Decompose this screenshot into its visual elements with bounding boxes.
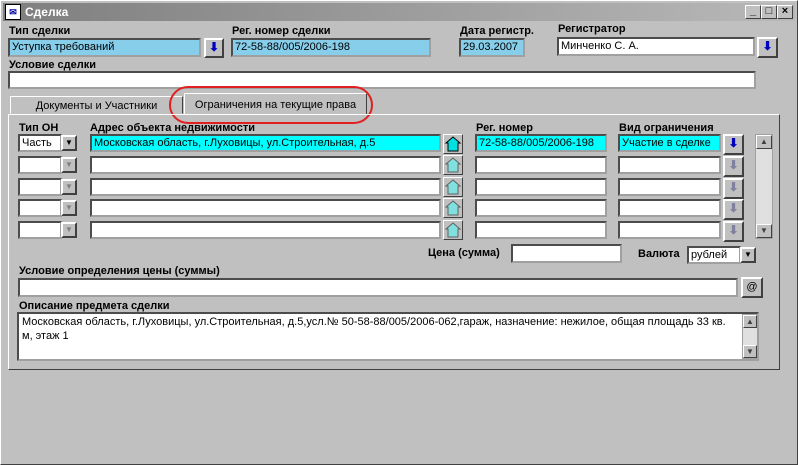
arrow-down-icon: ⬇ xyxy=(728,180,739,194)
kind-dropdown-button[interactable]: ⬇ xyxy=(723,221,744,242)
row-reg-field[interactable] xyxy=(475,221,607,239)
price-condition-label: Условие определения цены (суммы) xyxy=(19,265,220,277)
scroll-up-icon[interactable]: ▲ xyxy=(756,135,772,149)
arrow-down-icon: ⬇ xyxy=(208,40,220,54)
row-kind-field[interactable] xyxy=(618,199,721,217)
reg-date-field[interactable]: 29.03.2007 xyxy=(459,38,525,57)
minimize-button[interactable]: _ xyxy=(745,5,761,19)
deal-window: ✉ Сделка _ □ × Тип сделки Уступка требов… xyxy=(0,0,798,465)
close-button[interactable]: × xyxy=(777,5,793,19)
arrow-down-icon: ⬇ xyxy=(728,223,739,237)
row-reg-field[interactable] xyxy=(475,156,607,174)
row-kind-field[interactable]: Участие в сделке xyxy=(618,134,721,152)
arrow-down-icon: ⬇ xyxy=(728,158,739,172)
row-kind-field[interactable] xyxy=(618,221,721,239)
row-type-field[interactable] xyxy=(18,178,62,196)
row-reg-field[interactable] xyxy=(475,178,607,196)
row-address-field[interactable] xyxy=(90,178,441,196)
price-field[interactable] xyxy=(511,244,622,263)
row-kind-field[interactable] xyxy=(618,156,721,174)
price-label: Цена (сумма) xyxy=(428,247,500,259)
kind-dropdown-button[interactable]: ⬇ xyxy=(723,178,744,199)
kind-dropdown-button[interactable]: ⬇ xyxy=(723,199,744,220)
registrar-field[interactable]: Минченко С. А. xyxy=(557,37,755,56)
registrar-dropdown-button[interactable]: ⬇ xyxy=(757,37,778,58)
at-button[interactable]: @ xyxy=(741,277,763,298)
row-type-field[interactable]: Часть xyxy=(18,134,62,152)
deal-condition-field[interactable] xyxy=(8,71,756,89)
scroll-up-icon[interactable]: ▲ xyxy=(743,315,757,328)
row-kind-field[interactable] xyxy=(618,178,721,196)
house-icon[interactable] xyxy=(443,155,463,175)
reg-number-field[interactable]: 72-58-88/005/2006-198 xyxy=(231,38,431,57)
currency-label: Валюта xyxy=(638,248,680,260)
row-reg-field[interactable] xyxy=(475,199,607,217)
deal-type-field[interactable]: Уступка требований xyxy=(8,38,201,57)
chevron-down-icon[interactable]: ▼ xyxy=(61,135,77,151)
maximize-button[interactable]: □ xyxy=(761,5,777,19)
reg-number-label: Рег. номер сделки xyxy=(232,25,331,37)
row-reg-field[interactable]: 72-58-88/005/2006-198 xyxy=(475,134,607,152)
price-condition-field[interactable] xyxy=(18,278,738,297)
arrow-down-icon: ⬇ xyxy=(762,39,773,53)
arrow-down-icon: ⬇ xyxy=(728,201,739,215)
currency-select[interactable]: рублей xyxy=(687,246,741,264)
deal-type-label: Тип сделки xyxy=(9,25,71,37)
reg-date-label: Дата регистр. xyxy=(460,25,534,37)
arrow-down-icon: ⬇ xyxy=(728,136,739,150)
chevron-down-icon[interactable]: ▼ xyxy=(61,179,77,195)
house-icon[interactable] xyxy=(443,220,463,240)
kind-dropdown-button[interactable]: ⬇ xyxy=(723,134,744,155)
row-address-field[interactable] xyxy=(90,156,441,174)
subject-scrollbar[interactable]: ▲ ▼ xyxy=(742,314,758,359)
tab-documents-participants[interactable]: Документы и Участники xyxy=(10,96,183,114)
deal-type-dropdown-button[interactable]: ⬇ xyxy=(204,38,224,58)
row-type-field[interactable] xyxy=(18,199,62,217)
registrar-label: Регистратор xyxy=(558,23,626,35)
house-icon[interactable] xyxy=(443,177,463,197)
title-bar[interactable]: ✉ Сделка _ □ × xyxy=(3,3,795,21)
subject-memo[interactable]: Московская область, г.Луховицы, ул.Строи… xyxy=(17,312,759,361)
row-address-field[interactable] xyxy=(90,199,441,217)
chevron-down-icon[interactable]: ▼ xyxy=(61,157,77,173)
chevron-down-icon[interactable]: ▼ xyxy=(740,247,756,263)
row-type-field[interactable] xyxy=(18,156,62,174)
kind-dropdown-button[interactable]: ⬇ xyxy=(723,156,744,177)
house-icon[interactable] xyxy=(443,134,463,154)
rows-scrollbar[interactable]: ▲ ▼ xyxy=(755,134,773,239)
scroll-down-icon[interactable]: ▼ xyxy=(756,224,772,238)
row-type-field[interactable] xyxy=(18,221,62,239)
document-icon: ✉ xyxy=(5,4,21,20)
chevron-down-icon[interactable]: ▼ xyxy=(61,200,77,216)
row-address-field[interactable] xyxy=(90,221,441,239)
house-icon[interactable] xyxy=(443,198,463,218)
window-title: Сделка xyxy=(25,5,69,19)
scroll-down-icon[interactable]: ▼ xyxy=(743,345,757,358)
row-address-field[interactable]: Московская область, г.Луховицы, ул.Строи… xyxy=(90,134,441,152)
chevron-down-icon[interactable]: ▼ xyxy=(61,222,77,238)
